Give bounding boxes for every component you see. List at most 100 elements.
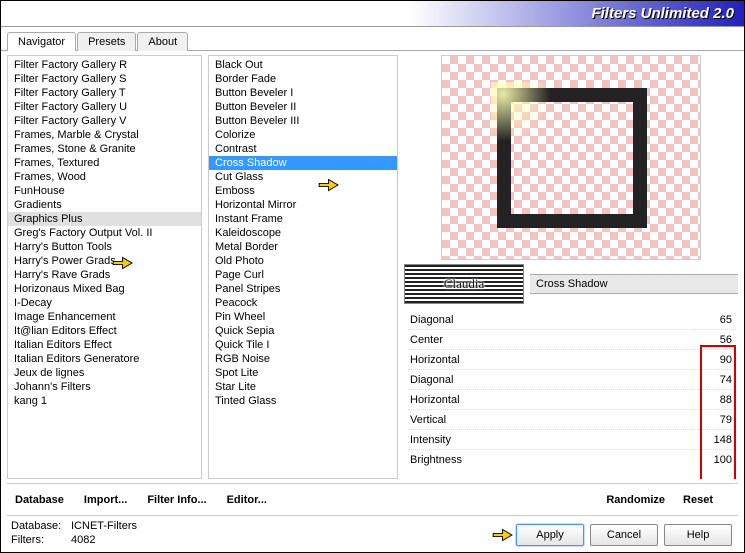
status-db-label: Database: bbox=[11, 520, 65, 532]
app-title: Filters Unlimited 2.0 bbox=[591, 5, 734, 22]
param-value: 56 bbox=[720, 334, 732, 346]
param-label: Brightness bbox=[410, 454, 462, 466]
randomize-button[interactable]: Randomize bbox=[603, 493, 668, 507]
database-button[interactable]: Database bbox=[11, 492, 68, 508]
list-item[interactable]: Harry's Button Tools bbox=[8, 240, 201, 254]
apply-button[interactable]: Apply bbox=[516, 524, 584, 546]
reset-button[interactable]: Reset bbox=[680, 493, 716, 507]
list-item[interactable]: Frames, Stone & Granite bbox=[8, 142, 201, 156]
list-item[interactable]: Horizontal Mirror bbox=[209, 198, 397, 212]
list-item[interactable]: Peacock bbox=[209, 296, 397, 310]
list-item[interactable]: Graphics Plus bbox=[8, 212, 201, 226]
list-item[interactable]: Frames, Marble & Crystal bbox=[8, 128, 201, 142]
list-item[interactable]: Button Beveler I bbox=[209, 86, 397, 100]
param-row[interactable]: Vertical79 bbox=[408, 410, 736, 430]
list-item[interactable]: Old Photo bbox=[209, 254, 397, 268]
list-item[interactable]: I-Decay bbox=[8, 296, 201, 310]
toolbar: Database Import... Filter Info... Editor… bbox=[7, 483, 738, 511]
list-item[interactable]: Tinted Glass bbox=[209, 394, 397, 408]
filter-info-button[interactable]: Filter Info... bbox=[143, 492, 210, 508]
list-item[interactable]: Greg's Factory Output Vol. II bbox=[8, 226, 201, 240]
filter-name-label: Cross Shadow bbox=[530, 274, 738, 294]
param-label: Horizontal bbox=[410, 354, 460, 366]
status-db-value: ICNET-Filters bbox=[71, 520, 137, 532]
status-filters-value: 4082 bbox=[71, 534, 95, 546]
list-item[interactable]: Image Enhancement bbox=[8, 310, 201, 324]
list-item[interactable]: Button Beveler II bbox=[209, 100, 397, 114]
list-item[interactable]: Quick Sepia bbox=[209, 324, 397, 338]
title-bar: Filters Unlimited 2.0 bbox=[1, 1, 744, 27]
list-item[interactable]: Pin Wheel bbox=[209, 310, 397, 324]
category-list-panel: Filter Factory Gallery RFilter Factory G… bbox=[7, 55, 202, 479]
cancel-button[interactable]: Cancel bbox=[590, 524, 658, 546]
list-item[interactable]: Cut Glass bbox=[209, 170, 397, 184]
list-item[interactable]: Cross Shadow bbox=[209, 156, 397, 170]
list-item[interactable]: Emboss bbox=[209, 184, 397, 198]
list-item[interactable]: Colorize bbox=[209, 128, 397, 142]
list-item[interactable]: Border Fade bbox=[209, 72, 397, 86]
param-label: Center bbox=[410, 334, 443, 346]
list-item[interactable]: Filter Factory Gallery V bbox=[8, 114, 201, 128]
list-item[interactable]: RGB Noise bbox=[209, 352, 397, 366]
list-item[interactable]: Frames, Textured bbox=[8, 156, 201, 170]
list-item[interactable]: Harry's Rave Grads bbox=[8, 268, 201, 282]
list-item[interactable]: Filter Factory Gallery T bbox=[8, 86, 201, 100]
tab-about[interactable]: About bbox=[137, 32, 188, 51]
list-item[interactable]: Frames, Wood bbox=[8, 170, 201, 184]
list-item[interactable]: Metal Border bbox=[209, 240, 397, 254]
list-item[interactable]: Jeux de lignes bbox=[8, 366, 201, 380]
param-value: 65 bbox=[720, 314, 732, 326]
list-item[interactable]: Horizonaus Mixed Bag bbox=[8, 282, 201, 296]
list-item[interactable]: Instant Frame bbox=[209, 212, 397, 226]
param-row[interactable]: Intensity 148 bbox=[408, 430, 736, 450]
param-value: 100 bbox=[714, 454, 732, 466]
list-item[interactable]: Panel Stripes bbox=[209, 282, 397, 296]
list-item[interactable]: Black Out bbox=[209, 58, 397, 72]
list-item[interactable]: Italian Editors Generatore bbox=[8, 352, 201, 366]
list-item[interactable]: Page Curl bbox=[209, 268, 397, 282]
param-row[interactable]: Brightness 100 bbox=[408, 450, 736, 470]
param-row[interactable]: Horizontal 88 bbox=[408, 390, 736, 410]
list-item[interactable]: Filter Factory Gallery R bbox=[8, 58, 201, 72]
list-item[interactable]: kang 1 bbox=[8, 394, 201, 408]
help-button[interactable]: Help bbox=[664, 524, 732, 546]
tab-navigator[interactable]: Navigator bbox=[7, 32, 76, 51]
parameter-panel: Diagonal 65 Center 56 Horizontal 90 Diagonal74… bbox=[404, 310, 738, 479]
list-item[interactable]: Button Beveler III bbox=[209, 114, 397, 128]
list-item[interactable]: Gradients bbox=[8, 198, 201, 212]
status-filters-label: Filters: bbox=[11, 534, 65, 546]
list-item[interactable]: Kaleidoscope bbox=[209, 226, 397, 240]
param-label: Horizontal bbox=[410, 394, 460, 406]
param-row[interactable]: Diagonal 65 bbox=[408, 310, 736, 330]
list-item[interactable]: It@lian Editors Effect bbox=[8, 324, 201, 338]
list-item[interactable]: FunHouse bbox=[8, 184, 201, 198]
tab-presets[interactable]: Presets bbox=[77, 32, 136, 51]
param-value: 88 bbox=[720, 394, 732, 406]
filter-listbox[interactable]: Black OutBorder FadeButton Beveler IButt… bbox=[209, 56, 397, 478]
tab-bar: Navigator Presets About bbox=[1, 27, 744, 51]
list-item[interactable]: Star Lite bbox=[209, 380, 397, 394]
watermark-badge: Claudia bbox=[404, 264, 524, 304]
param-row[interactable]: Center 56 bbox=[408, 330, 736, 350]
param-row[interactable]: Horizontal 90 bbox=[408, 350, 736, 370]
param-label: Diagonal bbox=[410, 314, 453, 326]
list-item[interactable]: Quick Tile I bbox=[209, 338, 397, 352]
list-item[interactable]: Filter Factory Gallery S bbox=[8, 72, 201, 86]
list-item[interactable]: Spot Lite bbox=[209, 366, 397, 380]
param-label: Vertical bbox=[410, 414, 446, 426]
import-button[interactable]: Import... bbox=[80, 492, 131, 508]
param-value: 90 bbox=[720, 354, 732, 366]
list-item[interactable]: Contrast bbox=[209, 142, 397, 156]
list-item[interactable]: Johann's Filters bbox=[8, 380, 201, 394]
param-row[interactable]: Diagonal74 bbox=[408, 370, 736, 390]
pointer-icon bbox=[488, 524, 514, 546]
list-item[interactable]: Italian Editors Effect bbox=[8, 338, 201, 352]
list-item[interactable]: Harry's Power Grads bbox=[8, 254, 201, 268]
editor-button[interactable]: Editor... bbox=[223, 492, 271, 508]
param-value: 74 bbox=[720, 374, 732, 386]
filter-list-panel: Black OutBorder FadeButton Beveler IButt… bbox=[208, 55, 398, 479]
list-item[interactable]: Filter Factory Gallery U bbox=[8, 100, 201, 114]
param-value: 148 bbox=[714, 434, 732, 446]
param-label: Intensity bbox=[410, 434, 451, 446]
category-listbox[interactable]: Filter Factory Gallery RFilter Factory G… bbox=[8, 56, 201, 478]
